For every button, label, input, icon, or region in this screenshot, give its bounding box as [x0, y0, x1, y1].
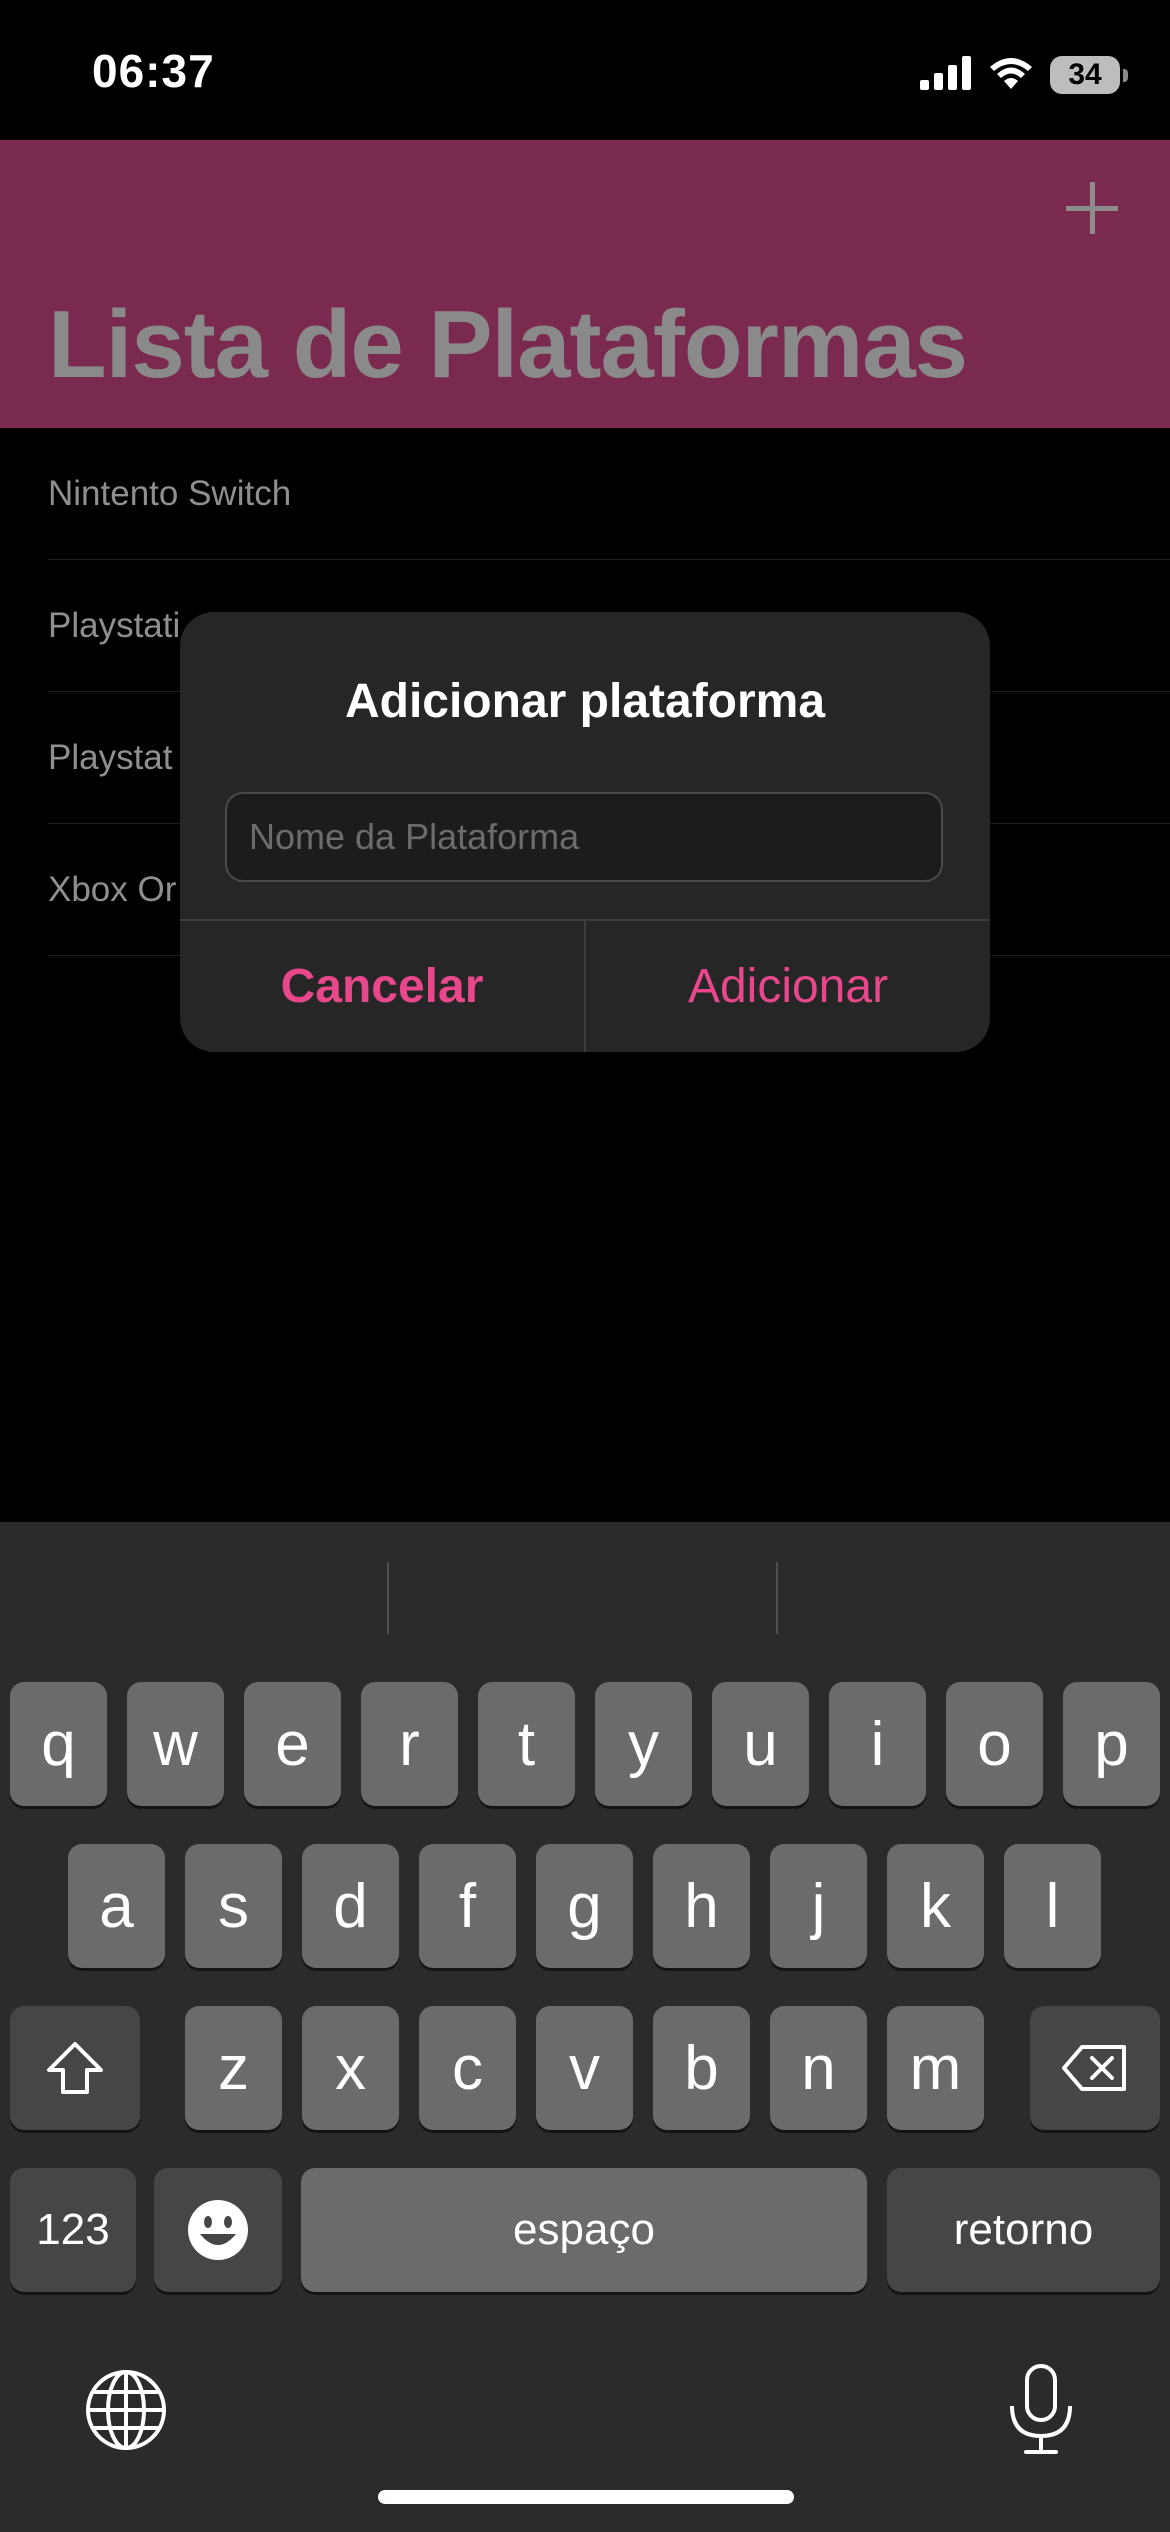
key-h[interactable]: h — [653, 1844, 750, 1968]
key-p[interactable]: p — [1063, 1682, 1160, 1806]
key-m[interactable]: m — [887, 2006, 984, 2130]
return-key[interactable]: retorno — [887, 2168, 1160, 2292]
list-item-label: Playstat — [48, 738, 173, 777]
dialog-title: Adicionar plataforma — [344, 675, 826, 728]
battery-level: 34 — [1068, 58, 1102, 91]
globe-icon[interactable] — [84, 2368, 168, 2457]
emoji-icon — [186, 2198, 250, 2262]
platform-name-input[interactable] — [225, 792, 943, 882]
keyboard: q w e r t y u i o p a s d f g h j k l z … — [0, 1522, 1170, 2532]
add-platform-dialog: Adicionar plataforma Cancelar Adicionar — [180, 612, 990, 1052]
suggestion-divider — [776, 1562, 778, 1634]
status-time: 06:37 — [92, 45, 215, 97]
key-y[interactable]: y — [595, 1682, 692, 1806]
key-g[interactable]: g — [536, 1844, 633, 1968]
shift-icon — [43, 2038, 107, 2098]
shift-key[interactable] — [10, 2006, 140, 2130]
key-i[interactable]: i — [829, 1682, 926, 1806]
list-item[interactable]: Nintento Switch — [0, 428, 1170, 560]
cellular-signal-icon — [920, 55, 972, 95]
cancel-button[interactable]: Cancelar — [180, 921, 584, 1052]
key-u[interactable]: u — [712, 1682, 809, 1806]
page-title: Lista de Plataformas — [48, 291, 968, 398]
battery-icon: 34 — [1050, 56, 1128, 94]
key-j[interactable]: j — [770, 1844, 867, 1968]
plus-icon[interactable] — [1062, 178, 1122, 238]
key-e[interactable]: e — [244, 1682, 341, 1806]
status-icons: 34 — [920, 50, 1128, 100]
key-c[interactable]: c — [419, 2006, 516, 2130]
key-k[interactable]: k — [887, 1844, 984, 1968]
suggestion-divider — [387, 1562, 389, 1634]
key-v[interactable]: v — [536, 2006, 633, 2130]
list-item-label: Nintento Switch — [48, 474, 292, 513]
key-a[interactable]: a — [68, 1844, 165, 1968]
key-o[interactable]: o — [946, 1682, 1043, 1806]
key-x[interactable]: x — [302, 2006, 399, 2130]
status-bar: 06:37 34 — [0, 0, 1170, 140]
add-button[interactable]: Adicionar — [586, 921, 990, 1052]
key-s[interactable]: s — [185, 1844, 282, 1968]
key-d[interactable]: d — [302, 1844, 399, 1968]
key-w[interactable]: w — [127, 1682, 224, 1806]
key-z[interactable]: z — [185, 2006, 282, 2130]
numbers-key[interactable]: 123 — [10, 2168, 136, 2292]
key-n[interactable]: n — [770, 2006, 867, 2130]
key-l[interactable]: l — [1004, 1844, 1101, 1968]
key-q[interactable]: q — [10, 1682, 107, 1806]
key-f[interactable]: f — [419, 1844, 516, 1968]
delete-key[interactable] — [1030, 2006, 1160, 2130]
key-r[interactable]: r — [361, 1682, 458, 1806]
wifi-icon — [988, 55, 1034, 96]
delete-icon — [1060, 2043, 1130, 2093]
home-indicator[interactable] — [378, 2490, 794, 2504]
list-item-label: Playstati — [48, 606, 181, 645]
space-key[interactable]: espaço — [301, 2168, 867, 2292]
emoji-key[interactable] — [154, 2168, 282, 2292]
list-item-label: Xbox Or — [48, 870, 177, 909]
microphone-icon[interactable] — [1006, 2362, 1076, 2463]
key-b[interactable]: b — [653, 2006, 750, 2130]
navigation-header: Lista de Plataformas — [0, 140, 1170, 428]
key-t[interactable]: t — [478, 1682, 575, 1806]
